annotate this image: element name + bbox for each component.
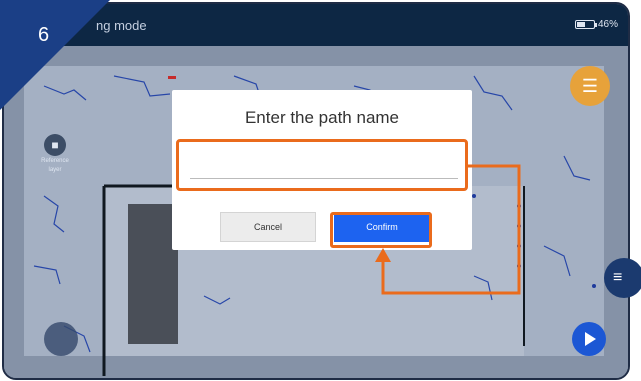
annotation-arrow — [375, 164, 521, 295]
